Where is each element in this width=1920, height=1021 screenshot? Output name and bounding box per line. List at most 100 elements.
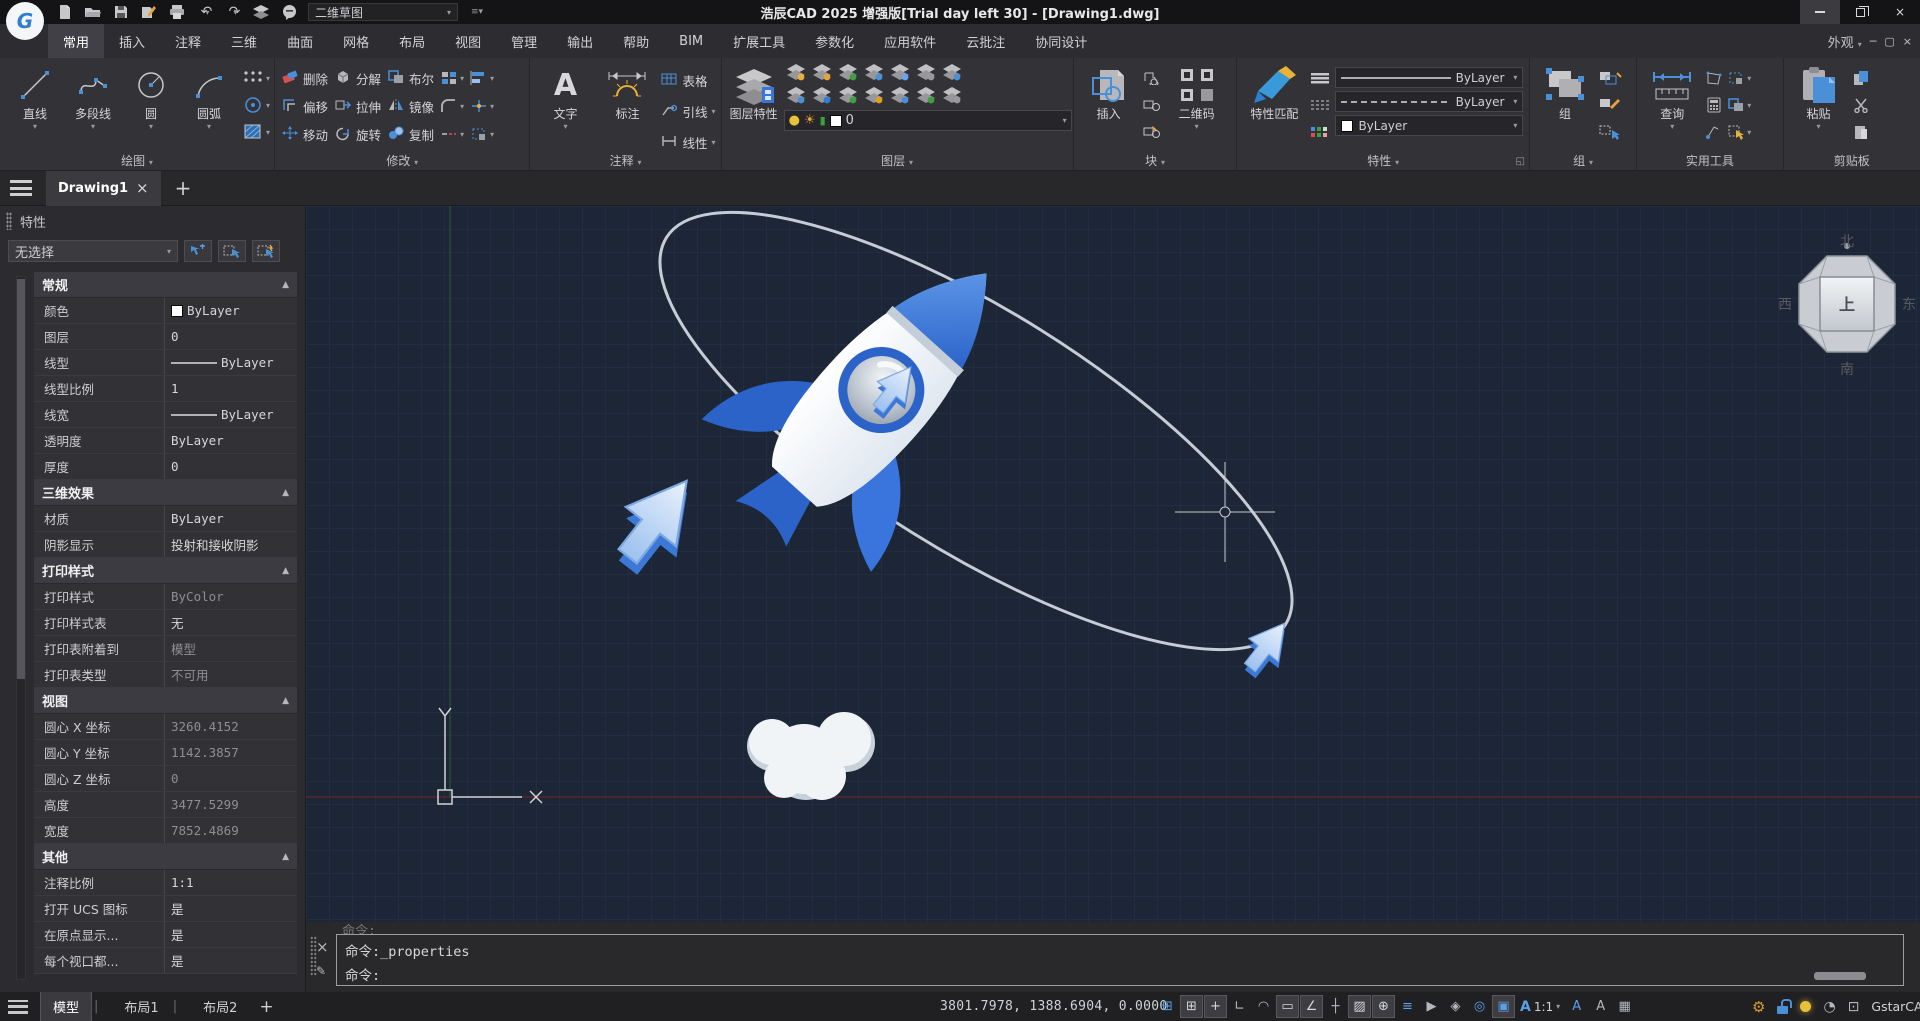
minimize-button[interactable] [1800, 0, 1840, 24]
select-objects-button[interactable] [218, 240, 246, 262]
props-row[interactable]: 线型ByLayer [34, 350, 297, 376]
ribbon-tab-注释[interactable]: 注释 [160, 24, 216, 58]
fillet-icon[interactable]: ▾ [440, 98, 464, 114]
layout-tab-布局1[interactable]: 布局1 [112, 992, 170, 1021]
save-as-icon[interactable] [140, 3, 158, 21]
close-button[interactable]: × [1880, 0, 1920, 24]
draw-polyline-button[interactable]: 多段线▾ [64, 62, 122, 131]
toggle-layer-tools[interactable]: ◈ [1444, 995, 1467, 1018]
cut-icon[interactable] [1852, 93, 1870, 117]
ribbon-tab-扩展工具[interactable]: 扩展工具 [718, 24, 800, 58]
props-row[interactable]: 打开 UCS 图标是 [34, 896, 297, 922]
group-button[interactable]: 组 [1536, 62, 1594, 121]
properties-header[interactable]: 特性 [0, 206, 305, 236]
palette-icon[interactable] [1309, 120, 1331, 144]
group-select-icon[interactable] [1598, 120, 1622, 144]
toggle-cycle-select[interactable]: ▣ [1492, 995, 1515, 1018]
toggle-object-snap[interactable]: ▭ [1276, 995, 1299, 1018]
open-folder-icon[interactable] [84, 3, 102, 21]
insert-block-button[interactable]: 插入 [1080, 62, 1138, 121]
command-scrollbar[interactable] [1814, 972, 1866, 980]
unlock-icon[interactable] [1777, 1006, 1788, 1014]
selection-filter-select[interactable]: 无选择▾ [8, 240, 178, 262]
doc-minimize-button[interactable]: ─ [1870, 35, 1877, 48]
ribbon-tab-插入[interactable]: 插入 [104, 24, 160, 58]
props-row[interactable]: 圆心 X 坐标3260.4152 [34, 714, 297, 740]
quick-select-button[interactable] [184, 240, 212, 262]
ribbon-tab-常用[interactable]: 常用 [48, 24, 104, 58]
layer-select[interactable]: ● ☀ ▮ 0 ▾ [784, 110, 1072, 131]
toggle-ortho-mode[interactable]: ∟ [1228, 995, 1251, 1018]
modify-stretch-button[interactable]: 拉伸 [334, 97, 381, 116]
toggle-lineweight-display[interactable]: ≡ [1396, 995, 1419, 1018]
panel-footer-properties[interactable]: 特性 ▾ [1237, 152, 1529, 169]
id-point-icon[interactable] [1705, 120, 1723, 144]
props-row[interactable]: 圆心 Y 坐标1142.3857 [34, 740, 297, 766]
props-row[interactable]: 材质ByLayer [34, 506, 297, 532]
props-section-header[interactable]: 其他▲ [34, 844, 297, 870]
modify-move-button[interactable]: 移动 [281, 125, 328, 144]
layer-properties-button[interactable]: 图层特性 [728, 62, 780, 121]
layer-tool-icon-5[interactable] [889, 62, 911, 86]
quick-select-icon[interactable]: ▾ [1727, 120, 1751, 144]
modify-explode-button[interactable]: 分解 [334, 69, 381, 88]
ribbon-tab-网格[interactable]: 网格 [328, 24, 384, 58]
draw-circle-button[interactable]: 圆▾ [122, 62, 180, 131]
comment-icon[interactable] [280, 3, 298, 21]
new-file-icon[interactable] [56, 3, 74, 21]
paste-button[interactable]: 粘贴▾ [1790, 62, 1848, 131]
toggle-angle-snap[interactable]: ∠ [1300, 995, 1323, 1018]
lineweight-select[interactable]: ByLayer▾ [1335, 67, 1523, 88]
layer-tool-icon-8[interactable] [785, 85, 807, 109]
layer-tool-icon-11[interactable] [863, 85, 885, 109]
gear-icon[interactable]: ⚙ [1752, 998, 1765, 1016]
command-prompt[interactable]: 命令: [345, 962, 1895, 986]
props-row[interactable]: 宽度7852.4869 [34, 818, 297, 844]
modify-offset-button[interactable]: 偏移 [281, 97, 328, 116]
ribbon-tab-三维[interactable]: 三维 [216, 24, 272, 58]
linetype-select[interactable]: ByLayer▾ [1335, 91, 1523, 112]
copy-sel-icon[interactable]: ▾ [1727, 93, 1751, 117]
annotation-leader-button[interactable]: 引线▾ [660, 97, 715, 125]
copy-clip-icon[interactable] [1852, 66, 1870, 90]
command-line-area[interactable]: 命令: × ✎ 命令:_properties 命令: [306, 922, 1920, 992]
save-icon[interactable] [112, 3, 130, 21]
drawing-canvas[interactable]: 上 北 南 西 东 [306, 206, 1920, 922]
panel-footer-modify[interactable]: 修改 ▾ [275, 152, 529, 169]
scaleSel-icon[interactable]: ▾ [470, 126, 494, 142]
print-icon[interactable] [168, 3, 186, 21]
props-row[interactable]: 线宽ByLayer [34, 402, 297, 428]
block-attr-icon[interactable] [1142, 93, 1164, 117]
layout-tab-模型[interactable]: 模型 [40, 992, 92, 1021]
point-grid-icon[interactable]: ▾ [242, 66, 270, 90]
add-layout-button[interactable]: + [259, 997, 273, 1017]
qr-code-button[interactable]: 二维码▾ [1168, 62, 1226, 131]
appearance-dropdown[interactable]: 外观 ▾ [1828, 32, 1862, 51]
modify-boolean-button[interactable]: 布尔 [387, 69, 434, 88]
inquiry-button[interactable]: 查询▾ [1643, 62, 1701, 131]
props-row[interactable]: 图层0 [34, 324, 297, 350]
ribbon-tab-帮助[interactable]: 帮助 [608, 24, 664, 58]
props-row[interactable]: 颜色ByLayer [34, 298, 297, 324]
app-logo-icon[interactable]: G [6, 2, 44, 40]
layer-tool-icon-13[interactable] [915, 85, 937, 109]
layer-tool-icon-10[interactable] [837, 85, 859, 109]
annotation-table-button[interactable]: 表格 [660, 66, 715, 94]
doc-restore-button[interactable]: ▢ [1884, 35, 1894, 48]
ribbon-tab-参数化[interactable]: 参数化 [800, 24, 869, 58]
palette-grip-icon[interactable] [6, 212, 12, 230]
props-row[interactable]: 在原点显示...是 [34, 922, 297, 948]
panel-footer-group[interactable]: 组 ▾ [1530, 152, 1636, 169]
lineweight-icon[interactable] [1309, 66, 1331, 90]
toggle-annotation-autoscale[interactable]: A [1589, 995, 1612, 1018]
properties-scrollbar[interactable] [16, 276, 26, 980]
panel-footer-draw[interactable]: 绘图 ▾ [0, 152, 274, 169]
workspace-select[interactable]: 二维草图▾ [308, 3, 458, 21]
status-hamburger-icon[interactable] [8, 1000, 28, 1014]
toggle-annotation-visibility[interactable]: A [1565, 995, 1588, 1018]
ribbon-tab-应用软件[interactable]: 应用软件 [869, 24, 951, 58]
panel-footer-annotation[interactable]: 注释 ▾ [530, 152, 720, 169]
color-select[interactable]: ByLayer▾ [1335, 115, 1523, 136]
panel-footer-block[interactable]: 块 ▾ [1074, 152, 1237, 169]
props-row[interactable]: 高度3477.5299 [34, 792, 297, 818]
